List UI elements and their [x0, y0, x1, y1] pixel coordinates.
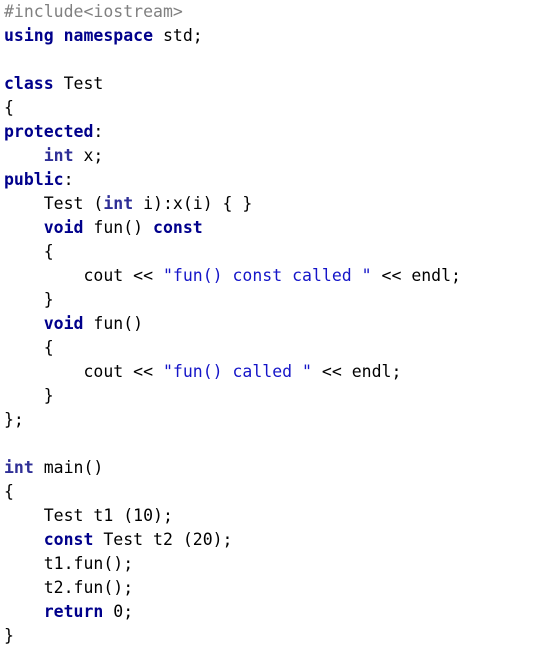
code-line: Test t1 (10);	[4, 504, 541, 528]
code-token: Test t2 (20);	[93, 530, 233, 549]
code-line: void fun() const	[4, 216, 541, 240]
code-token: }	[4, 386, 54, 405]
code-line: return 0;	[4, 600, 541, 624]
code-line: ​	[4, 432, 541, 456]
code-token: const	[43, 530, 94, 549]
code-line: cout << "fun() called " << endl;	[4, 360, 541, 384]
code-line: {	[4, 96, 541, 120]
code-token: const	[153, 218, 203, 237]
code-token: fun()	[83, 218, 154, 237]
code-token: class	[4, 74, 54, 93]
code-line: Test (int i):x(i) { }	[4, 192, 541, 216]
code-line: protected:	[4, 120, 541, 144]
code-line: int main()	[4, 456, 541, 480]
code-token: Test	[53, 74, 104, 93]
code-token: main()	[33, 458, 104, 477]
code-token: }	[4, 290, 54, 309]
code-token: protected	[4, 122, 94, 141]
code-line: }	[4, 624, 541, 648]
code-line: const Test t2 (20);	[4, 528, 541, 552]
code-token: t1.fun();	[4, 554, 134, 573]
code-token: {	[4, 98, 14, 117]
code-token: "fun() called "	[162, 362, 312, 381]
code-token: t2.fun();	[4, 578, 134, 597]
code-line: };	[4, 408, 541, 432]
code-line: #include<iostream>	[4, 0, 541, 24]
code-line: }	[4, 288, 541, 312]
code-token: public	[4, 170, 64, 189]
code-token: i):x(i) { }	[133, 194, 253, 213]
code-token: {	[4, 242, 54, 261]
code-token: void	[43, 314, 84, 333]
code-line: {	[4, 480, 541, 504]
code-token: << endl;	[371, 266, 461, 285]
code-line: t1.fun();	[4, 552, 541, 576]
code-token: :	[93, 122, 104, 141]
code-line: ​	[4, 48, 541, 72]
code-token: void	[43, 218, 84, 237]
code-line: t2.fun();	[4, 576, 541, 600]
code-token: fun()	[83, 314, 144, 333]
code-line: void fun()	[4, 312, 541, 336]
code-token: x;	[73, 146, 104, 165]
code-token: << endl;	[311, 362, 402, 381]
code-token: "fun() const called "	[162, 266, 372, 285]
code-token: };	[4, 410, 24, 429]
code-line: cout << "fun() const called " << endl;	[4, 264, 541, 288]
code-token: int	[43, 146, 74, 165]
code-token: namespace	[63, 26, 154, 45]
code-view: #include<iostream>using namespace std;​c…	[0, 0, 541, 651]
code-token: }	[4, 626, 14, 645]
code-line: using namespace std;	[4, 24, 541, 48]
code-line: class Test	[4, 72, 541, 96]
code-line: public:	[4, 168, 541, 192]
code-token: cout <<	[4, 266, 163, 285]
code-line: {	[4, 240, 541, 264]
code-token: int	[4, 458, 34, 477]
code-line: {	[4, 336, 541, 360]
code-token: {	[4, 482, 14, 501]
code-token: :	[63, 170, 74, 189]
code-token: return	[43, 602, 104, 621]
code-line: int x;	[4, 144, 541, 168]
code-token: using	[4, 26, 54, 45]
code-token: int	[103, 194, 134, 213]
code-token: {	[4, 338, 54, 357]
code-token: std;	[153, 26, 203, 45]
code-token: Test (	[4, 194, 104, 213]
code-line: }	[4, 384, 541, 408]
code-token: Test t1 (10);	[4, 506, 173, 525]
code-token: #include<iostream>	[4, 2, 183, 21]
code-token: 0;	[103, 602, 134, 621]
code-token: cout <<	[4, 362, 163, 381]
